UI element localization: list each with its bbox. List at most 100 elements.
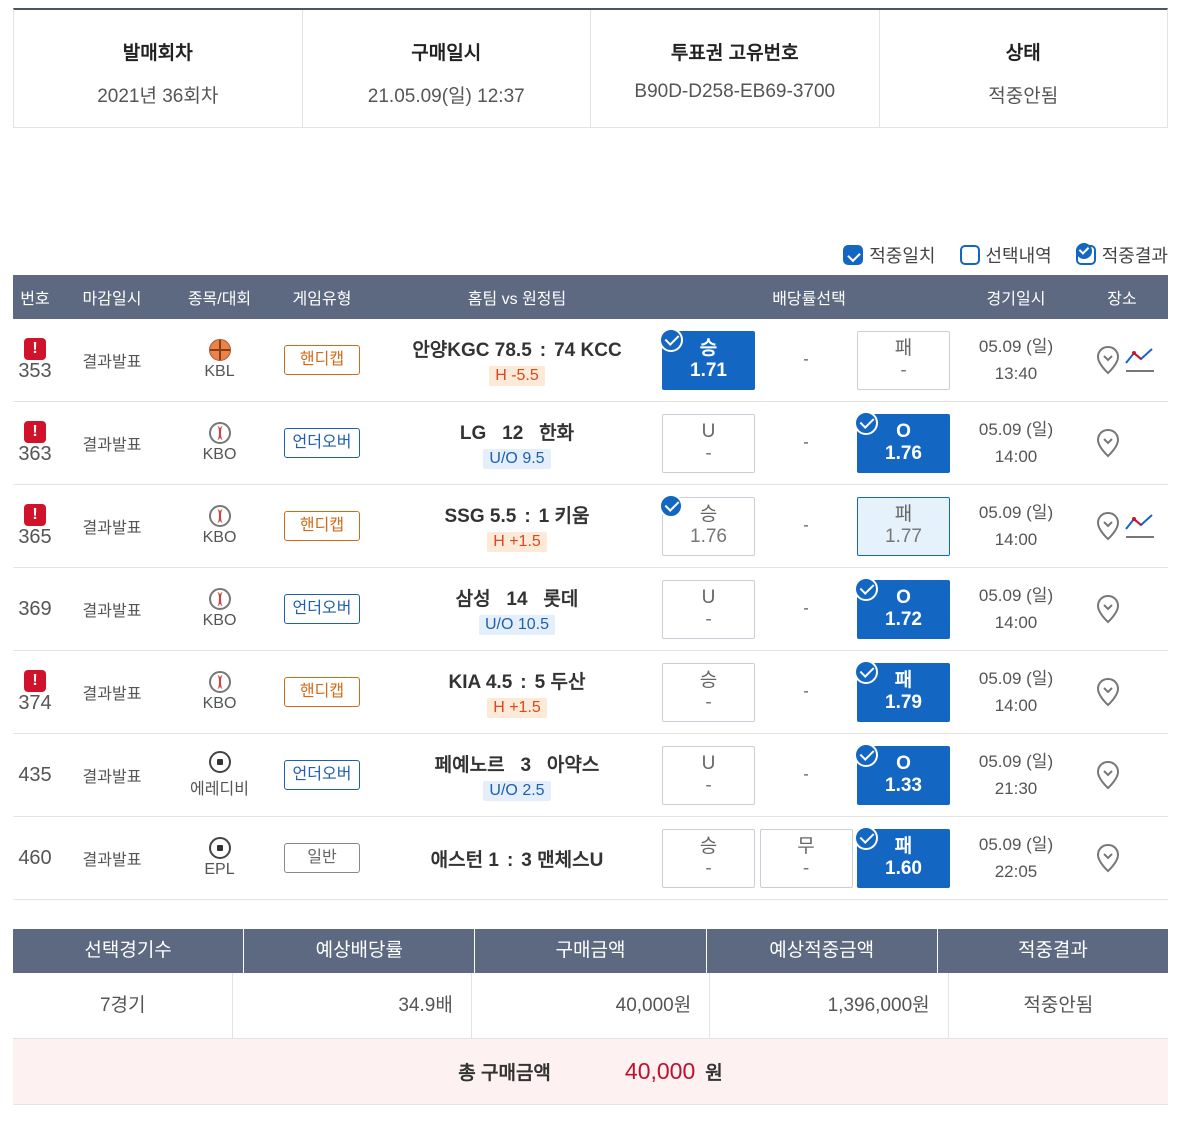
basketball-icon	[208, 339, 231, 361]
table-header: 번호 마감일시 종목/대회 게임유형 홈팀 vs 원정팀 배당률선택 경기일시 …	[13, 275, 1168, 319]
odds-option-win[interactable]: 승 1.71	[659, 327, 755, 390]
game-time: 14:00	[994, 613, 1038, 632]
option-label: 무	[797, 836, 815, 857]
option-value: 1.79	[885, 692, 922, 713]
game-table: 번호 마감일시 종목/대회 게임유형 홈팀 vs 원정팀 배당률선택 경기일시 …	[13, 275, 1168, 900]
summary-header-odds: 예상배당률	[244, 929, 476, 973]
odds-option-lose[interactable]: 패-	[857, 330, 950, 390]
game-date: 05.09 (일)	[978, 835, 1054, 854]
option-value: -	[705, 775, 712, 796]
match-teams: KIA 4.5:5 두산	[372, 667, 662, 694]
option-label: O	[896, 421, 911, 442]
table-row: ! 363 결과발표 KBO 언더오버 LG 12 한화 U/O 9.5 U- …	[13, 402, 1168, 485]
option-label: 패	[894, 670, 913, 691]
location-pin-icon[interactable]	[1096, 428, 1120, 458]
game-number: 353	[18, 359, 52, 382]
league-name: KBO	[202, 446, 237, 463]
odds-option-under[interactable]: U-	[662, 579, 755, 639]
game-date: 05.09 (일)	[978, 752, 1054, 771]
trend-chart-icon[interactable]	[1124, 345, 1156, 375]
legend-result-label: 적중결과	[1101, 246, 1168, 266]
location-pin-icon[interactable]	[1096, 677, 1120, 707]
table-row: ! 374 결과발표 KBO 핸디캡 KIA 4.5:5 두산 H +1.5 승…	[13, 651, 1168, 734]
game-type-badge: 언더오버	[284, 594, 360, 624]
summary-expected: 1,396,000원	[710, 973, 949, 1038]
warning-icon: !	[24, 503, 46, 526]
game-number: 435	[18, 763, 52, 786]
game-time: 22:05	[994, 862, 1038, 881]
odds-option-lose[interactable]: 패 1.77	[857, 496, 950, 556]
deadline-status: 결과발표	[82, 686, 142, 703]
game-number: 374	[18, 691, 52, 714]
location-pin-icon[interactable]	[1096, 345, 1120, 375]
odds-option-lose[interactable]: 패 1.79	[854, 659, 950, 722]
odds-option-under[interactable]: U-	[662, 745, 755, 805]
option-value: -	[705, 443, 712, 464]
game-time: 14:00	[994, 530, 1038, 549]
deadline-status: 결과발표	[82, 769, 142, 786]
option-label: U	[701, 753, 716, 774]
handicap-badge: H +1.5	[487, 531, 547, 552]
under-over-badge: U/O 2.5	[483, 780, 551, 801]
deadline-status: 결과발표	[82, 520, 142, 537]
game-number: 365	[18, 525, 52, 548]
option-value: 1.77	[885, 526, 922, 547]
option-label: U	[701, 587, 716, 608]
handicap-badge: H -5.5	[489, 365, 545, 386]
option-label: 패	[894, 836, 913, 857]
league-name: EPL	[204, 861, 235, 878]
game-time: 21:30	[994, 779, 1038, 798]
game-date: 05.09 (일)	[978, 503, 1054, 522]
legend-selected-label: 선택내역	[985, 246, 1052, 266]
odds-option-over[interactable]: O 1.33	[854, 742, 950, 805]
header-date: 경기일시	[986, 291, 1046, 308]
home-score: 1	[488, 849, 499, 871]
odds-option-draw[interactable]: 무-	[759, 828, 853, 888]
away-score: 74	[554, 339, 576, 361]
warning-icon: !	[24, 337, 46, 360]
odds-option-win[interactable]: 승-	[662, 828, 755, 888]
deadline-status: 결과발표	[82, 437, 142, 454]
odds-option-over[interactable]: O 1.76	[854, 410, 950, 473]
summary-values: 7경기 34.9배 40,000원 1,396,000원 적중안됨	[13, 973, 1168, 1039]
game-type-badge: 언더오버	[284, 760, 360, 790]
check-icon	[854, 742, 878, 767]
game-date: 05.09 (일)	[978, 420, 1054, 439]
location-pin-icon[interactable]	[1096, 760, 1120, 790]
game-time: 14:00	[994, 447, 1038, 466]
odds-option-win[interactable]: 승-	[662, 662, 755, 722]
warning-icon: !	[24, 420, 46, 443]
home-team: KIA	[448, 671, 481, 693]
trend-chart-icon[interactable]	[1124, 511, 1156, 541]
baseball-icon	[208, 505, 231, 527]
game-date: 05.09 (일)	[978, 586, 1054, 605]
option-label: U	[701, 421, 716, 442]
option-value: 1.71	[690, 360, 727, 381]
baseball-icon	[208, 422, 231, 444]
status-cell: 상태 적중안됨	[880, 10, 1168, 127]
odds-option-lose[interactable]: 패 1.60	[854, 825, 950, 888]
table-row: 460 결과발표 EPL 일반 애스턴 1:3 맨체스U 승- 무- 패 1.60…	[13, 817, 1168, 900]
option-value: -	[705, 858, 712, 879]
game-date: 05.09 (일)	[978, 669, 1054, 688]
odds-option-over[interactable]: O 1.72	[854, 576, 950, 639]
location-pin-icon[interactable]	[1096, 843, 1120, 873]
away-team: 롯데	[543, 588, 579, 610]
option-value: 1.76	[690, 526, 727, 547]
check-icon	[659, 327, 683, 352]
location-pin-icon[interactable]	[1096, 594, 1120, 624]
odds-option-under[interactable]: U-	[662, 413, 755, 473]
option-value: 1.60	[885, 858, 922, 879]
legend-selected: 선택내역	[959, 242, 1052, 268]
location-pin-icon[interactable]	[1096, 511, 1120, 541]
legend-hit: 적중일치	[843, 242, 936, 268]
table-row: 369 결과발표 KBO 언더오버 삼성 14 롯데 U/O 10.5 U- -…	[13, 568, 1168, 651]
summary-header: 선택경기수 예상배당률 구매금액 예상적중금액 적중결과	[13, 929, 1168, 973]
league-name: KBO	[202, 612, 237, 629]
home-score: 5.5	[489, 505, 517, 527]
header-odds: 배당률선택	[772, 291, 846, 308]
result-check-icon	[1075, 243, 1096, 265]
odds-option-win[interactable]: 승 1.76	[659, 493, 755, 556]
option-value: -	[802, 858, 810, 879]
game-number: 460	[18, 846, 52, 869]
